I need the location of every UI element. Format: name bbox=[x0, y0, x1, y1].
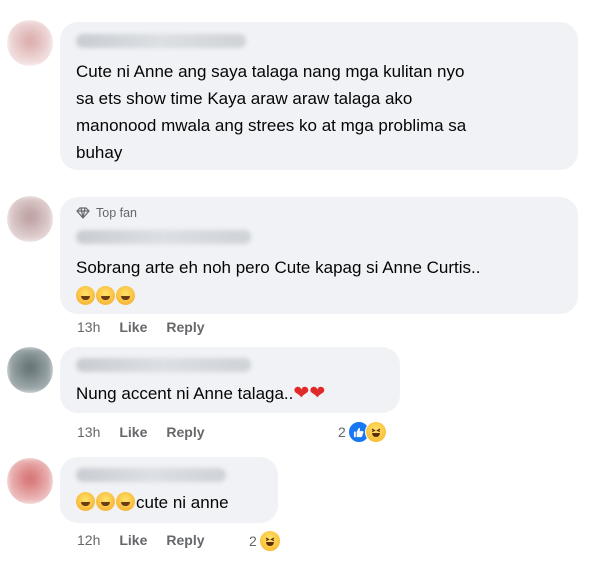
comment-actions: 13h Like Reply bbox=[77, 424, 205, 440]
like-button[interactable]: Like bbox=[119, 424, 147, 440]
comment-bubble: Cute ni Anne ang saya talaga nang mga ku… bbox=[60, 22, 578, 170]
haha-reaction-icon bbox=[364, 421, 387, 443]
timestamp[interactable]: 13h bbox=[77, 424, 100, 440]
reply-button[interactable]: Reply bbox=[166, 319, 204, 335]
timestamp[interactable]: 13h bbox=[77, 319, 100, 335]
laughing-emoji-icon bbox=[116, 492, 135, 511]
author-name[interactable] bbox=[76, 34, 246, 48]
avatar[interactable] bbox=[7, 347, 53, 393]
comment-bubble: Top fan Sobrang arte eh noh pero Cute ka… bbox=[60, 197, 578, 314]
grinning-emoji-icon bbox=[96, 286, 115, 305]
comment-actions: 13h Like Reply bbox=[77, 319, 205, 335]
avatar[interactable] bbox=[7, 458, 53, 504]
author-name[interactable] bbox=[76, 468, 226, 482]
avatar[interactable] bbox=[7, 20, 53, 66]
top-fan-badge: Top fan bbox=[76, 206, 137, 220]
heart-emoji-icon: ❤ bbox=[293, 383, 310, 404]
comment-text: Nung accent ni Anne talaga..❤❤ bbox=[76, 383, 326, 404]
avatar[interactable] bbox=[7, 196, 53, 242]
comment-bubble: cute ni anne bbox=[60, 457, 278, 523]
emoji-line bbox=[76, 283, 480, 310]
comment-actions: 12h Like Reply bbox=[77, 532, 205, 548]
laughing-emoji-icon bbox=[96, 492, 115, 511]
author-name[interactable] bbox=[76, 358, 251, 372]
laughing-emoji-icon bbox=[76, 492, 95, 511]
comment-text: Sobrang arte eh noh pero Cute kapag si A… bbox=[76, 254, 480, 310]
haha-reaction-icon bbox=[258, 530, 281, 552]
like-button[interactable]: Like bbox=[119, 319, 147, 335]
comment-text: Cute ni Anne ang saya talaga nang mga ku… bbox=[76, 62, 467, 162]
reaction-summary[interactable]: 2 bbox=[249, 530, 281, 552]
timestamp[interactable]: 12h bbox=[77, 532, 100, 548]
like-button[interactable]: Like bbox=[119, 532, 147, 548]
reply-button[interactable]: Reply bbox=[166, 532, 204, 548]
reply-button[interactable]: Reply bbox=[166, 424, 204, 440]
comment-bubble: Nung accent ni Anne talaga..❤❤ bbox=[60, 347, 400, 413]
author-name[interactable] bbox=[76, 230, 251, 244]
laughing-emoji-icon bbox=[116, 286, 135, 305]
heart-emoji-icon: ❤ bbox=[309, 383, 326, 404]
diamond-icon bbox=[76, 207, 90, 219]
grinning-emoji-icon bbox=[76, 286, 95, 305]
reaction-summary[interactable]: 2 bbox=[338, 421, 387, 443]
comment-text: cute ni anne bbox=[76, 489, 229, 516]
